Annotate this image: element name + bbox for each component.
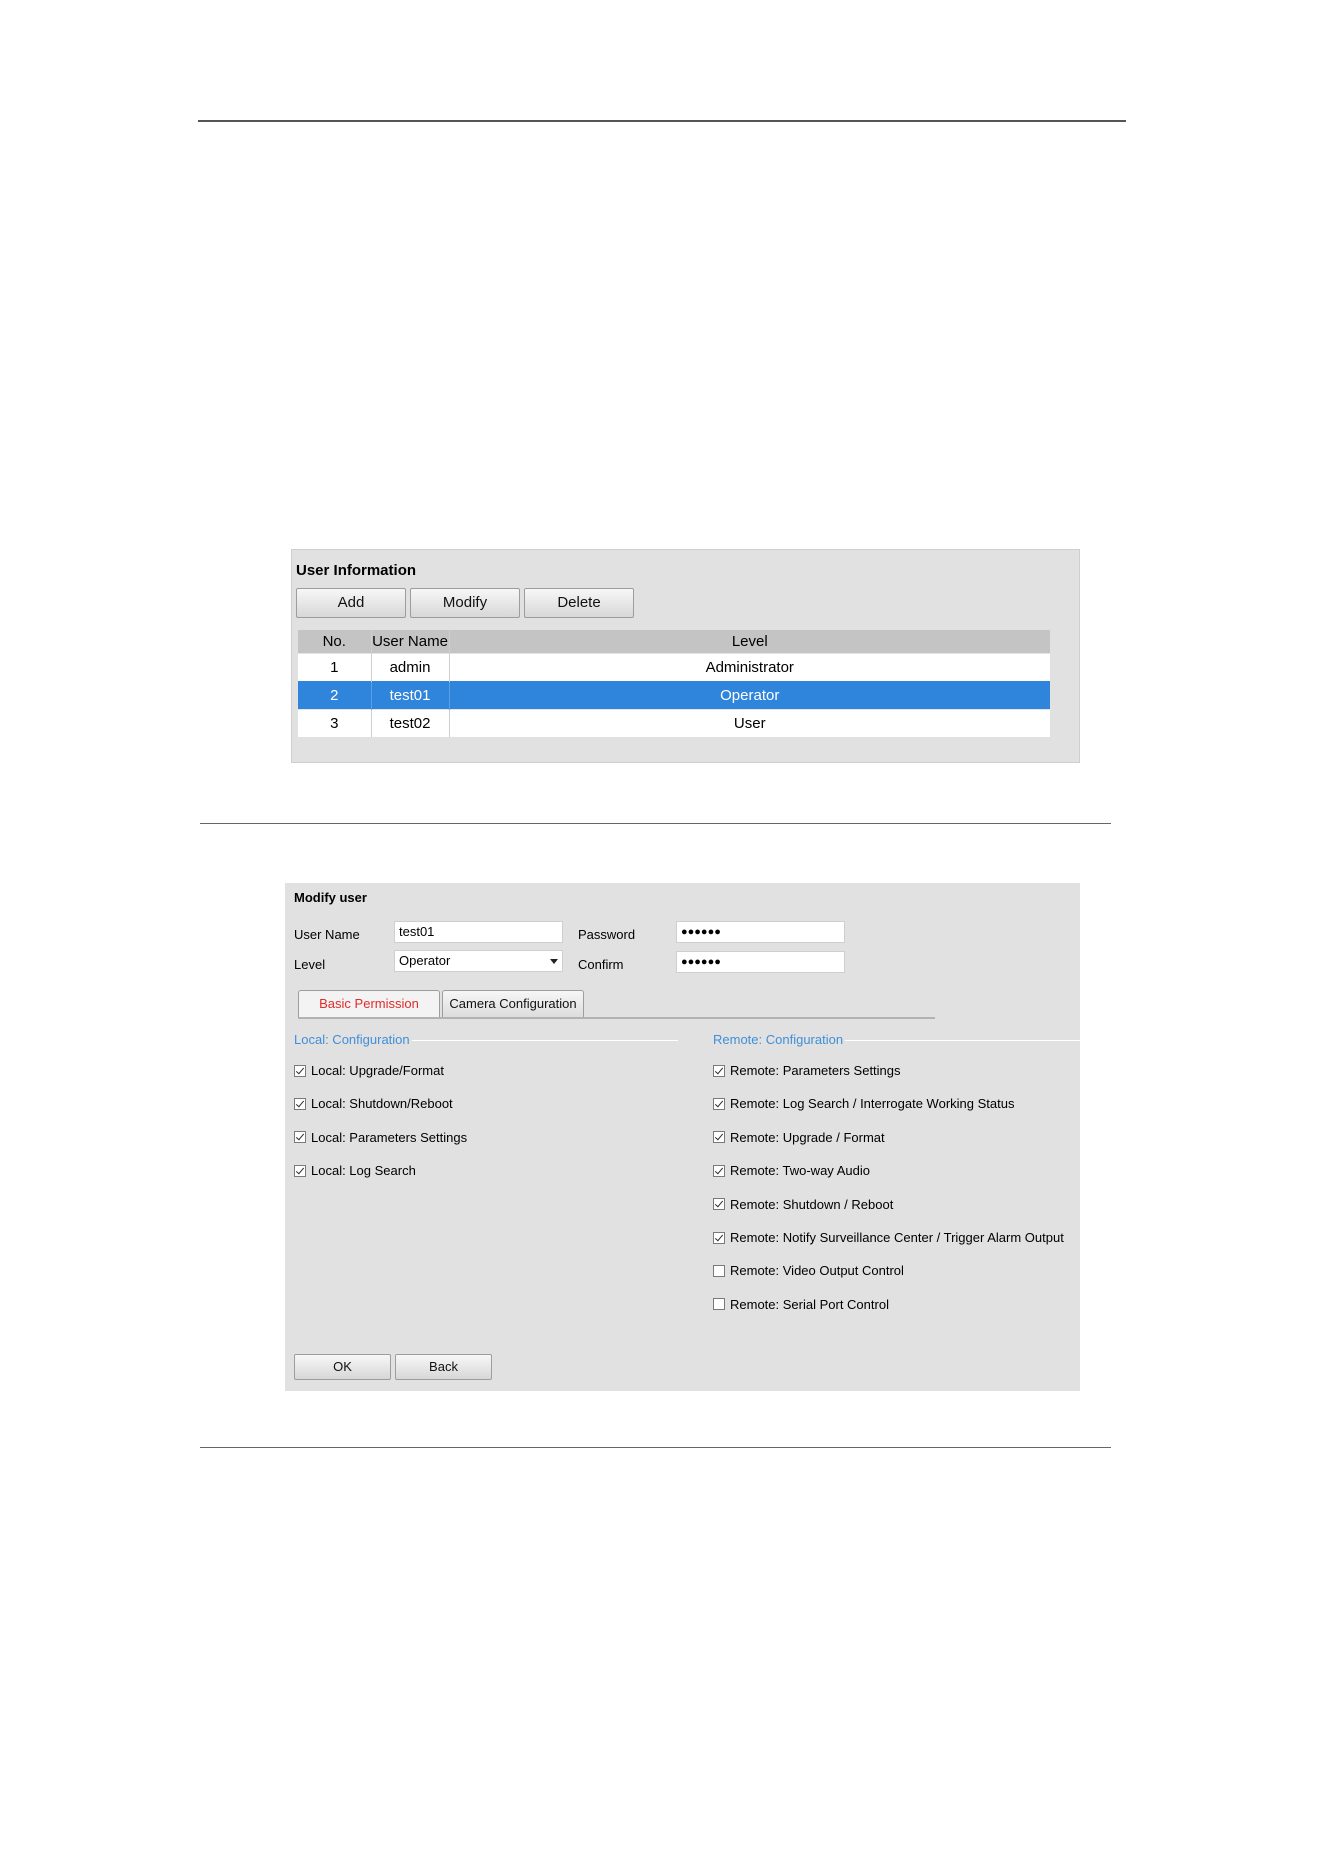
local-permission-item[interactable]: Local: Upgrade/Format (294, 1063, 444, 1078)
table-header-row: No. User Name Level (298, 630, 1050, 654)
cell-level: Operator (449, 681, 1050, 710)
permission-label: Remote: Serial Port Control (730, 1296, 889, 1312)
checkbox[interactable] (713, 1231, 725, 1244)
remote-permission-item[interactable]: Remote: Upgrade / Format (713, 1130, 885, 1145)
user-name-label: User Name (294, 927, 360, 942)
remote-permission-item[interactable]: Remote: Notify Surveillance Center / Tri… (713, 1230, 1064, 1245)
tab-camera-configuration[interactable]: Camera Configuration (442, 990, 584, 1018)
permission-label: Remote: Parameters Settings (730, 1063, 901, 1078)
remote-permission-item[interactable]: Remote: Video Output Control (713, 1263, 904, 1278)
password-input[interactable]: ●●●●●● (676, 921, 845, 943)
permission-label: Local: Parameters Settings (311, 1129, 468, 1145)
confirm-password-input[interactable]: ●●●●●● (676, 951, 845, 973)
table-row[interactable]: 1 admin Administrator (298, 653, 1050, 682)
panel-title: User Information (296, 562, 417, 579)
permission-label: Remote: Two-way Audio (730, 1163, 870, 1179)
permission-label: Remote: Shutdown / Reboot (730, 1196, 894, 1212)
remote-permission-item[interactable]: Remote: Log Search / Interrogate Working… (713, 1096, 1014, 1111)
remote-group-title: Remote: Configuration (713, 1032, 846, 1047)
cell-user-name: test01 (371, 681, 450, 710)
tab-strip-underline (298, 1017, 935, 1019)
modify-user-panel: Modify user User Name test01 Password ●●… (285, 883, 1080, 1391)
user-name-input[interactable]: test01 (394, 921, 563, 943)
add-button[interactable]: Add (296, 588, 406, 618)
checkbox[interactable] (713, 1064, 725, 1077)
top-divider (198, 120, 1126, 122)
tab-basic-permission[interactable]: Basic Permission (298, 990, 440, 1018)
permission-label: Local: Upgrade/Format (311, 1063, 444, 1078)
cell-no: 1 (298, 653, 372, 682)
back-button[interactable]: Back (395, 1354, 492, 1380)
local-permission-item[interactable]: Local: Parameters Settings (294, 1130, 467, 1145)
checkbox[interactable] (713, 1198, 725, 1211)
middle-divider (200, 823, 1111, 824)
panel-title: Modify user (294, 890, 367, 905)
ok-button[interactable]: OK (294, 1354, 391, 1380)
remote-permission-item[interactable]: Remote: Parameters Settings (713, 1063, 901, 1078)
local-permission-item[interactable]: Local: Shutdown/Reboot (294, 1096, 453, 1111)
level-select-value: Operator (399, 953, 451, 968)
cell-no: 2 (298, 681, 372, 710)
cell-user-name: admin (371, 653, 450, 682)
column-header-no[interactable]: No. (298, 630, 372, 654)
column-header-level[interactable]: Level (449, 630, 1050, 654)
checkbox[interactable] (713, 1164, 725, 1177)
table-row[interactable]: 3 test02 User (298, 709, 1050, 737)
bottom-divider (200, 1447, 1111, 1448)
remote-permission-item[interactable]: Remote: Serial Port Control (713, 1297, 889, 1312)
table-row[interactable]: 2 test01 Operator (298, 681, 1050, 710)
checkbox[interactable] (713, 1097, 725, 1110)
checkbox[interactable] (713, 1131, 725, 1144)
permission-label: Remote: Upgrade / Format (730, 1129, 885, 1145)
user-information-panel: User Information Add Modify Delete No. U… (291, 549, 1080, 763)
cell-level: Administrator (449, 653, 1050, 682)
cell-level: User (449, 709, 1050, 737)
cell-no: 3 (298, 709, 372, 737)
checkbox[interactable] (294, 1097, 306, 1110)
remote-permission-item[interactable]: Remote: Shutdown / Reboot (713, 1197, 893, 1212)
permission-label: Remote: Notify Surveillance Center / Tri… (730, 1230, 1064, 1245)
local-group-title: Local: Configuration (294, 1032, 412, 1047)
checkbox[interactable] (713, 1298, 725, 1311)
permission-label: Local: Log Search (311, 1163, 416, 1179)
column-header-user-name[interactable]: User Name (371, 630, 450, 654)
local-permission-item[interactable]: Local: Log Search (294, 1163, 416, 1178)
remote-permission-item[interactable]: Remote: Two-way Audio (713, 1163, 870, 1178)
password-label: Password (578, 927, 636, 942)
modify-button[interactable]: Modify (410, 588, 520, 618)
chevron-down-icon[interactable] (550, 959, 558, 964)
permission-label: Remote: Video Output Control (730, 1263, 904, 1279)
confirm-label: Confirm (578, 957, 624, 972)
level-select[interactable]: Operator (394, 950, 563, 972)
delete-button[interactable]: Delete (524, 588, 634, 618)
checkbox[interactable] (713, 1264, 725, 1277)
checkbox[interactable] (294, 1164, 306, 1177)
permission-label: Local: Shutdown/Reboot (311, 1096, 453, 1112)
checkbox[interactable] (294, 1064, 306, 1077)
user-table: No. User Name Level 1 admin Administrator 2… (298, 630, 1050, 737)
level-label: Level (294, 957, 326, 972)
permission-label: Remote: Log Search / Interrogate Working… (730, 1096, 1015, 1112)
cell-user-name: test02 (371, 709, 450, 737)
checkbox[interactable] (294, 1131, 306, 1144)
